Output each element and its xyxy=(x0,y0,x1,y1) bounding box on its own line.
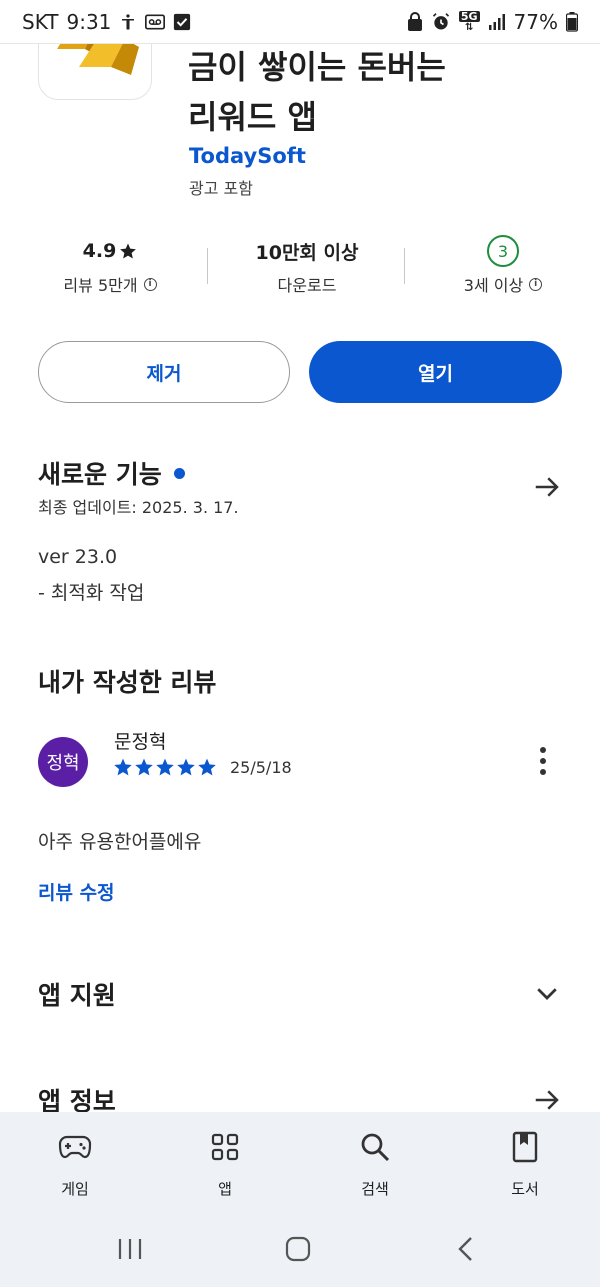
home-icon[interactable] xyxy=(278,1232,318,1266)
nav-label: 앱 xyxy=(218,1180,232,1198)
star-icon xyxy=(198,758,216,776)
developer-link[interactable]: TodaySoft xyxy=(189,144,306,168)
whats-new-title: 새로운 기능 xyxy=(38,460,162,489)
check-box-icon xyxy=(173,13,191,31)
recycle-lock-icon xyxy=(407,11,423,32)
star-icon xyxy=(120,243,137,259)
book-icon xyxy=(470,1130,580,1164)
arrow-right-icon[interactable] xyxy=(532,472,562,502)
star-icon xyxy=(135,758,153,776)
signal-icon xyxy=(488,13,506,31)
whats-new-header[interactable]: 새로운 기능 xyxy=(38,455,185,491)
age-label: 3세 이상 xyxy=(463,276,524,295)
version-text: ver 23.0 xyxy=(38,546,118,568)
carrier-label: SKT xyxy=(22,9,59,34)
age-stat[interactable]: 3 3세 이상 i xyxy=(408,232,598,296)
star-icon xyxy=(114,758,132,776)
nav-label: 도서 xyxy=(511,1180,539,1198)
app-title: 금이 쌓이는 돈버는 리워드 앱 xyxy=(188,48,446,136)
open-button[interactable]: 열기 xyxy=(309,341,562,403)
update-note: - 최적화 작업 xyxy=(38,582,145,604)
status-bar: SKT 9:31 5G ⇅ 77% xyxy=(0,0,600,44)
clock: 9:31 xyxy=(66,9,112,34)
rating-label: 리뷰 5만개 xyxy=(63,276,138,295)
more-options-icon[interactable] xyxy=(530,745,556,777)
remove-button[interactable]: 제거 xyxy=(38,341,290,403)
nav-item-search[interactable]: 검색 xyxy=(320,1130,430,1199)
gamepad-icon xyxy=(20,1130,130,1164)
voicemail-icon xyxy=(145,13,166,31)
age-badge: 3 xyxy=(487,235,519,267)
rating-stat[interactable]: 4.9 리뷰 5만개 i xyxy=(15,232,205,296)
network-5g-icon: 5G ⇅ xyxy=(458,9,480,33)
nav-item-games[interactable]: 게임 xyxy=(20,1130,130,1199)
accessibility-icon xyxy=(119,13,137,31)
review-text: 아주 유용한어플에유 xyxy=(38,831,202,853)
info-icon: i xyxy=(529,277,543,291)
downloads-label: 다운로드 xyxy=(277,276,337,295)
rating-value: 4.9 xyxy=(82,240,117,262)
avatar: 정혁 xyxy=(38,737,88,787)
last-updated: 최종 업데이트: 2025. 3. 17. xyxy=(38,498,239,517)
nav-label: 게임 xyxy=(61,1180,89,1198)
app-support-header[interactable]: 앱 지원 xyxy=(38,976,116,1012)
alarm-icon xyxy=(431,12,451,32)
downloads-value: 10만회 이상 xyxy=(255,241,359,264)
system-nav-bar xyxy=(0,1210,600,1287)
divider xyxy=(207,248,208,284)
bottom-nav: 게임 앱 검색 도서 xyxy=(0,1112,600,1210)
review-date: 25/5/18 xyxy=(230,757,292,777)
battery-icon xyxy=(566,11,578,32)
apps-grid-icon xyxy=(170,1130,280,1164)
nav-label: 검색 xyxy=(361,1180,389,1198)
chevron-down-icon[interactable] xyxy=(532,978,562,1008)
nav-item-apps[interactable]: 앱 xyxy=(170,1130,280,1199)
recent-apps-icon[interactable] xyxy=(110,1232,150,1266)
edit-review-link[interactable]: 리뷰 수정 xyxy=(38,878,115,905)
divider xyxy=(404,248,405,284)
battery-percent: 77% xyxy=(513,9,558,34)
back-icon[interactable] xyxy=(446,1232,486,1266)
search-icon xyxy=(320,1130,430,1164)
new-indicator-dot xyxy=(173,467,185,479)
reviewer-name: 문정혁 xyxy=(114,731,167,753)
nav-item-books[interactable]: 도서 xyxy=(470,1130,580,1199)
arrow-right-icon[interactable] xyxy=(532,1085,562,1115)
info-icon: i xyxy=(143,277,157,291)
ads-note: 광고 포함 xyxy=(189,179,253,198)
downloads-stat: 10만회 이상 다운로드 xyxy=(212,232,402,296)
my-review-header: 내가 작성한 리뷰 xyxy=(38,663,216,699)
star-icon xyxy=(156,758,174,776)
app-support-title: 앱 지원 xyxy=(38,981,116,1010)
star-icon xyxy=(177,758,195,776)
review-stars: 25/5/18 xyxy=(113,757,292,777)
my-review-title: 내가 작성한 리뷰 xyxy=(38,668,217,697)
stats-row: 4.9 리뷰 5만개 i 10만회 이상 다운로드 3 3세 이상 i xyxy=(0,232,600,302)
